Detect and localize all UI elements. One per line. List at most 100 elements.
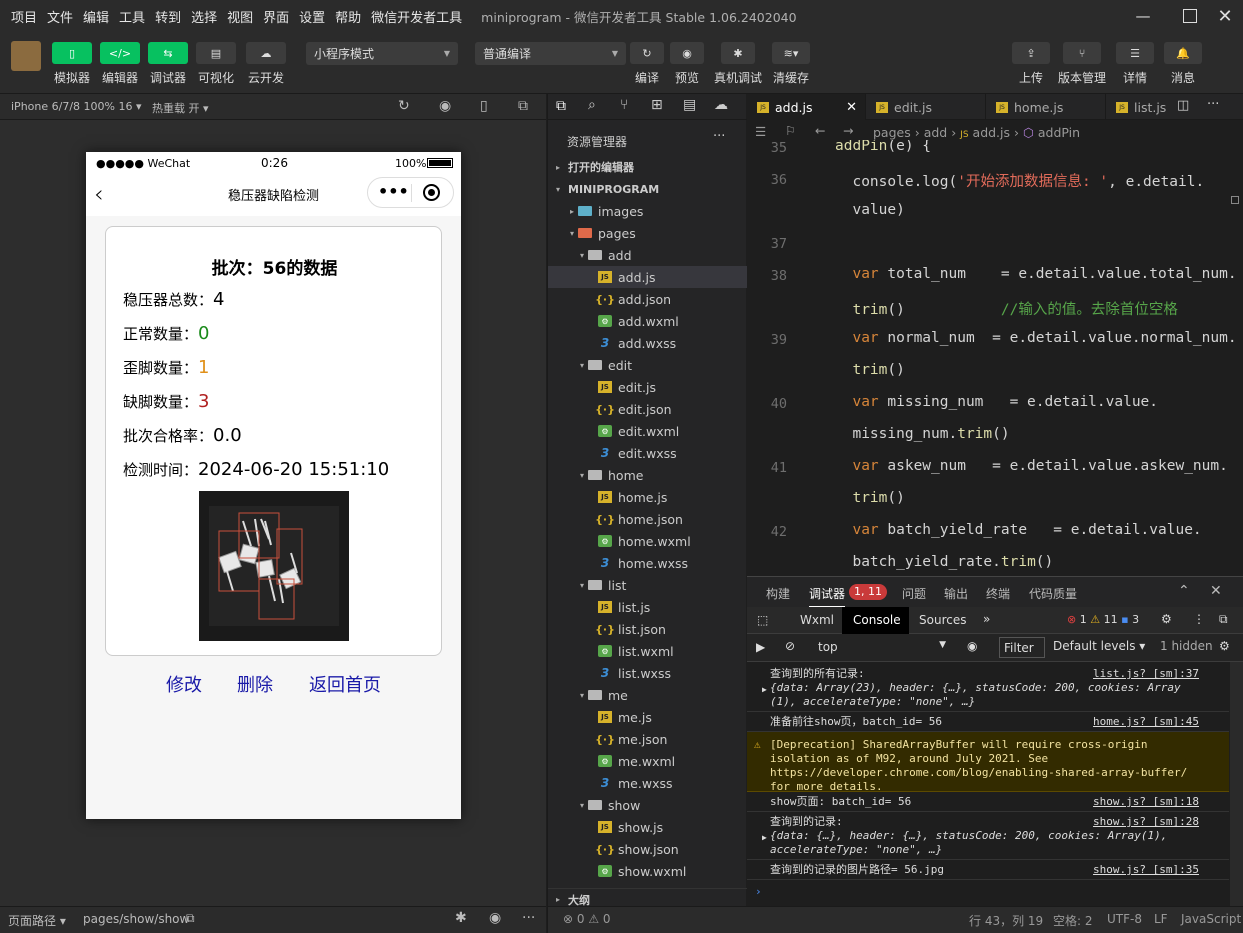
menu-item[interactable]: 项目 xyxy=(6,7,42,26)
tab-output[interactable]: 输出 xyxy=(944,585,968,602)
tab-debugger[interactable]: 调试器 xyxy=(809,585,846,607)
menu-item[interactable]: 选择 xyxy=(186,7,222,26)
menu-item[interactable]: 界面 xyxy=(258,7,294,26)
more-tabs-icon[interactable]: » xyxy=(983,612,990,626)
tab-console[interactable]: Console xyxy=(842,607,909,634)
tree-file[interactable]: ⚙ show.wxml xyxy=(548,860,747,882)
tab-problems[interactable]: 问题 xyxy=(902,585,926,602)
tree-folder[interactable]: ▾ list xyxy=(548,574,747,596)
tab-add-js[interactable]: JS add.js ✕ xyxy=(747,94,866,120)
more-icon[interactable]: ··· xyxy=(713,129,725,144)
tree-file[interactable]: 3 add.wxss xyxy=(548,332,747,354)
compile-mode-select[interactable]: 普通编译 ▼ xyxy=(475,42,626,65)
open-editors-section[interactable]: ▸ 打开的编辑器 xyxy=(548,156,747,178)
simulator-button[interactable]: ▯ 模拟器 xyxy=(48,42,96,86)
menu-item[interactable]: 编辑 xyxy=(78,7,114,26)
twistie-icon[interactable]: ▾ xyxy=(576,691,588,700)
tab-home-js[interactable]: JS home.js xyxy=(986,94,1106,120)
eye-icon[interactable]: ◉ xyxy=(489,910,501,926)
bug-icon[interactable]: ✱ xyxy=(455,910,467,926)
split-editor-icon[interactable]: ◫ xyxy=(1177,98,1189,113)
more-icon[interactable]: ··· xyxy=(1207,97,1219,112)
tree-file[interactable]: {·} list.json xyxy=(548,618,747,640)
scroll-indicator[interactable] xyxy=(1231,196,1239,204)
gear-icon[interactable]: ⚙ xyxy=(1219,639,1230,653)
tab-wxml[interactable]: Wxml xyxy=(800,613,834,627)
code-editor[interactable]: 35 addPin(e) {36 console.log('开始添加数据信息: '… xyxy=(747,140,1243,574)
stop-icon[interactable]: ◉ xyxy=(439,98,451,114)
console-message[interactable]: 查询到的所有记录: list.js? [sm]:37 {data: Array(23… xyxy=(747,664,1229,712)
preview-button[interactable]: ◉ 预览 xyxy=(663,42,711,86)
menu-item[interactable]: 设置 xyxy=(294,7,330,26)
tree-file[interactable]: 3 list.wxss xyxy=(548,662,747,684)
twistie-icon[interactable]: ▾ xyxy=(576,471,588,480)
maximize-button[interactable] xyxy=(1170,0,1210,32)
refresh-icon[interactable]: ↻ xyxy=(398,98,410,114)
crumb-add[interactable]: add xyxy=(924,125,948,140)
context-select[interactable]: top ▼ xyxy=(808,637,952,658)
expand-icon[interactable]: ▶ xyxy=(762,683,767,697)
messages-button[interactable]: 🔔 消息 xyxy=(1159,42,1207,86)
crumb-pages[interactable]: pages xyxy=(873,125,911,140)
cloud-button[interactable]: ☁ 云开发 xyxy=(242,42,290,86)
tree-folder[interactable]: ▾ me xyxy=(548,684,747,706)
inspect-icon[interactable]: ⬚ xyxy=(757,613,768,627)
menu-item[interactable]: 视图 xyxy=(222,7,258,26)
tree-file[interactable]: JS show.js xyxy=(548,816,747,838)
visual-button[interactable]: ▤ 可视化 xyxy=(192,42,240,86)
tree-file[interactable]: ⚙ edit.wxml xyxy=(548,420,747,442)
gear-icon[interactable]: ⚙ xyxy=(1161,612,1172,626)
list-icon[interactable]: ☰ xyxy=(755,124,766,139)
menu-item[interactable]: 微信开发者工具 xyxy=(366,7,467,26)
source-link[interactable]: show.js? [sm]:35 xyxy=(1093,863,1199,877)
tree-file[interactable]: {·} home.json xyxy=(548,508,747,530)
cloud-icon[interactable]: ☁ xyxy=(714,97,728,113)
mode-select[interactable]: 小程序模式 ▼ xyxy=(306,42,458,65)
tree-folder[interactable]: ▾ add xyxy=(548,244,747,266)
avatar[interactable] xyxy=(11,41,41,71)
files-icon[interactable]: ⧉ xyxy=(556,98,566,114)
tab-code-quality[interactable]: 代码质量 xyxy=(1029,585,1077,602)
problems-status[interactable]: ⊗ 0 ⚠ 0 xyxy=(548,906,747,933)
line-ending[interactable]: LF xyxy=(1154,912,1168,926)
tab-list-js[interactable]: JS list.js xyxy=(1106,94,1174,120)
tree-file[interactable]: JS add.js xyxy=(548,266,747,288)
console-message[interactable]: 查询到的记录: show.js? [sm]:28 {data: {…}, heade… xyxy=(747,812,1229,860)
popout-icon[interactable]: ⧉ xyxy=(518,98,528,114)
tree-file[interactable]: ⚙ home.wxml xyxy=(548,530,747,552)
console-scrollbar[interactable] xyxy=(1230,662,1243,907)
search-icon[interactable]: ⌕ xyxy=(588,97,596,113)
source-link[interactable]: show.js? [sm]:28 xyxy=(1093,815,1199,829)
source-link[interactable]: list.js? [sm]:37 xyxy=(1093,667,1199,681)
twistie-icon[interactable]: ▾ xyxy=(576,801,588,810)
message-counts[interactable]: ⊗ 1 ⚠ 11 ▪ 3 xyxy=(1067,613,1139,626)
levels-select[interactable]: Default levels ▾ xyxy=(1053,639,1145,653)
source-link[interactable]: home.js? [sm]:45 xyxy=(1093,715,1199,729)
console-message[interactable]: ⚠ [Deprecation] SharedArrayBuffer will re… xyxy=(747,732,1229,793)
tab-edit-js[interactable]: JS edit.js xyxy=(866,94,986,120)
menu-item[interactable]: 转到 xyxy=(150,7,186,26)
console-message[interactable]: show页面: batch_id= 56 show.js? [sm]:18 xyxy=(747,792,1229,812)
clear-cache-button[interactable]: ≋▾ 清缓存 xyxy=(767,42,815,86)
hotreload-toggle[interactable]: 热重载 开 ▾ xyxy=(152,100,209,116)
twistie-icon[interactable]: ▾ xyxy=(576,581,588,590)
tree-folder[interactable]: ▾ show xyxy=(548,794,747,816)
filter-input[interactable]: Filter xyxy=(999,637,1045,658)
expand-icon[interactable]: ▶ xyxy=(762,831,767,845)
branch-icon[interactable]: ⑂ xyxy=(620,97,628,113)
extensions-icon[interactable]: ⊞ xyxy=(651,97,663,113)
console-object[interactable]: {data: Array(23), header: {…}, statusCod… xyxy=(770,681,1229,709)
close-icon[interactable]: ✕ xyxy=(846,100,857,115)
tree-file[interactable]: 3 home.wxss xyxy=(548,552,747,574)
capsule-button[interactable]: ••• xyxy=(367,177,454,208)
crumb-symbol[interactable]: addPin xyxy=(1038,125,1080,140)
tree-file[interactable]: 3 me.wxss xyxy=(548,772,747,794)
encoding[interactable]: UTF-8 xyxy=(1107,912,1142,926)
source-link[interactable]: show.js? [sm]:18 xyxy=(1093,795,1199,809)
crumb-file[interactable]: add.js xyxy=(973,125,1011,140)
indentation[interactable]: 空格: 2 xyxy=(1053,912,1093,929)
back-arrow-icon[interactable]: ← xyxy=(815,123,825,138)
minimize-button[interactable]: — xyxy=(1123,0,1163,32)
back-home-link[interactable]: 返回首页 xyxy=(309,671,381,697)
tab-build[interactable]: 构建 xyxy=(766,585,790,602)
